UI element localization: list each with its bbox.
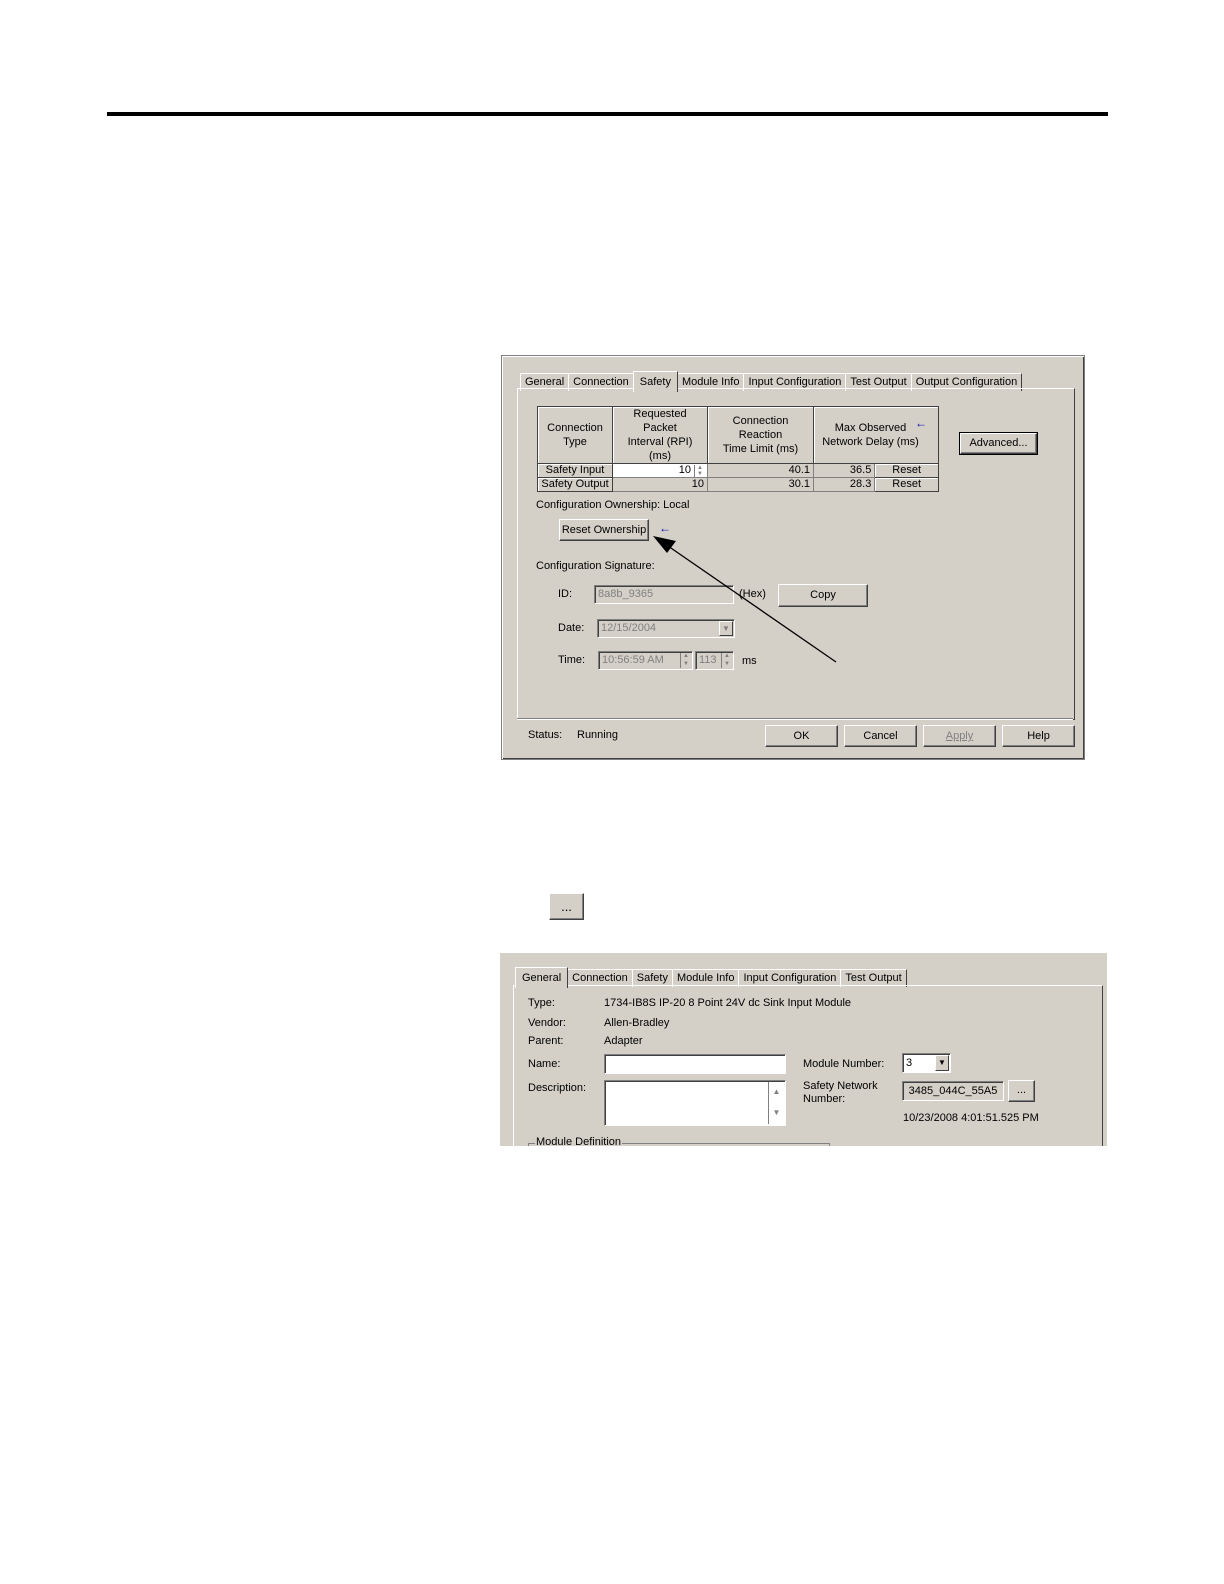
column-header-connection-type: Connection Type — [537, 406, 613, 464]
time-spin-buttons: ▲ ▼ — [680, 653, 691, 668]
tab-general[interactable]: General — [515, 967, 569, 988]
date-label: Date: — [558, 622, 585, 634]
tab-safety[interactable]: Safety — [632, 371, 678, 392]
vendor-label: Vendor: — [528, 1017, 566, 1029]
status-divider — [517, 718, 1073, 720]
ok-button[interactable]: OK — [765, 725, 838, 747]
module-properties-dialog-general: General Connection Safety Module Info In… — [500, 953, 1107, 1146]
copy-button[interactable]: Copy — [778, 584, 868, 607]
safety-network-set-button[interactable]: ... — [1008, 1080, 1035, 1102]
ownership-label: Configuration Ownership: Local — [536, 499, 690, 511]
apply-button[interactable]: Apply — [923, 725, 996, 747]
row-connection-type: Safety Input — [537, 463, 613, 478]
scroll-down-icon[interactable]: ▼ — [769, 1103, 784, 1124]
safety-network-label: Number: — [803, 1093, 846, 1105]
signature-label: Configuration Signature: — [536, 560, 655, 572]
chevron-down-icon: ▼ — [719, 621, 733, 636]
spin-up-icon: ▲ — [724, 653, 730, 659]
spin-down-icon[interactable]: ▼ — [695, 471, 705, 477]
left-arrow-icon: ← — [915, 416, 927, 430]
spin-down-icon: ▼ — [683, 660, 689, 667]
network-delay-value: 28.3 — [812, 477, 876, 492]
column-header-reaction-time: Connection Reaction Time Limit (ms) — [707, 406, 814, 464]
parent-value: Adapter — [604, 1035, 643, 1047]
ellipsis-button[interactable]: ... — [549, 893, 584, 920]
rpi-input[interactable]: 10 ▲ ▼ — [612, 463, 708, 478]
signature-date-field: 12/15/2004 ▼ — [597, 619, 735, 638]
chevron-down-icon[interactable]: ▼ — [935, 1055, 949, 1071]
help-button[interactable]: Help — [1002, 725, 1075, 747]
name-input[interactable] — [604, 1054, 786, 1074]
ms-label: ms — [742, 655, 757, 667]
safety-network-number-field: 3485_044C_55A5 — [902, 1081, 1004, 1101]
type-label: Type: — [528, 997, 555, 1009]
module-number-select[interactable]: 3 ▼ — [902, 1053, 951, 1073]
signature-id-field: 8a8b_9365 — [594, 585, 734, 604]
safety-network-timestamp: 10/23/2008 4:01:51.525 PM — [903, 1112, 1039, 1124]
module-properties-dialog-safety: General Connection Safety Module Info In… — [501, 355, 1085, 760]
signature-ms-field: 113 ▲ ▼ — [695, 651, 734, 670]
module-number-label: Module Number: — [803, 1058, 885, 1070]
description-label: Description: — [528, 1082, 587, 1094]
type-value: 1734-IB8S IP-20 8 Point 24V dc Sink Inpu… — [604, 997, 852, 1009]
ms-spin-buttons: ▲ ▼ — [721, 653, 732, 668]
spin-up-icon: ▲ — [683, 653, 689, 659]
row-connection-type: Safety Output — [537, 477, 613, 492]
status-value: Running — [577, 729, 618, 741]
hex-label: (Hex) — [739, 588, 766, 600]
id-label: ID: — [558, 588, 573, 600]
table-row: Safety Output 10 30.1 28.3 Reset — [537, 477, 939, 492]
name-label: Name: — [528, 1058, 561, 1070]
connection-table: Connection Type Requested Packet Interval … — [537, 406, 939, 492]
status-label: Status: — [528, 729, 563, 741]
signature-time-field: 10:56:59 AM ▲ ▼ — [598, 651, 693, 670]
description-textarea[interactable]: ▲ ▼ — [604, 1080, 786, 1126]
page-top-rule — [107, 112, 1108, 116]
reaction-time-value: 40.1 — [707, 463, 814, 478]
tab-strip: General Connection Safety Module Info In… — [515, 966, 907, 988]
rpi-value: 10 — [612, 477, 708, 492]
reset-ownership-button[interactable]: Reset Ownership — [559, 519, 649, 541]
cancel-button[interactable]: Cancel — [844, 725, 917, 747]
left-arrow-icon: ← — [659, 521, 671, 535]
rpi-spin-buttons[interactable]: ▲ ▼ — [694, 465, 705, 477]
vendor-value: Allen-Bradley — [604, 1017, 670, 1029]
description-scrollbar[interactable]: ▲ ▼ — [768, 1082, 784, 1124]
reset-delay-button[interactable]: Reset — [874, 477, 939, 492]
time-label: Time: — [558, 654, 586, 666]
network-delay-value: 36.5 — [812, 463, 876, 478]
module-definition-label: Module Definition — [535, 1136, 622, 1146]
scroll-up-icon[interactable]: ▲ — [769, 1082, 784, 1103]
table-row: Safety Input 10 ▲ ▼ 40.1 36.5 Reset — [537, 463, 939, 478]
callout-arrows — [653, 536, 1108, 1091]
column-header-rpi: Requested Packet Interval (RPI) (ms) — [612, 406, 708, 464]
safety-network-label: Safety Network — [803, 1080, 878, 1092]
reaction-time-value: 30.1 — [707, 477, 814, 492]
advanced-button[interactable]: Advanced... — [959, 432, 1038, 455]
spin-down-icon: ▼ — [724, 660, 730, 667]
reset-delay-button[interactable]: Reset — [874, 463, 939, 478]
parent-label: Parent: — [528, 1035, 564, 1047]
